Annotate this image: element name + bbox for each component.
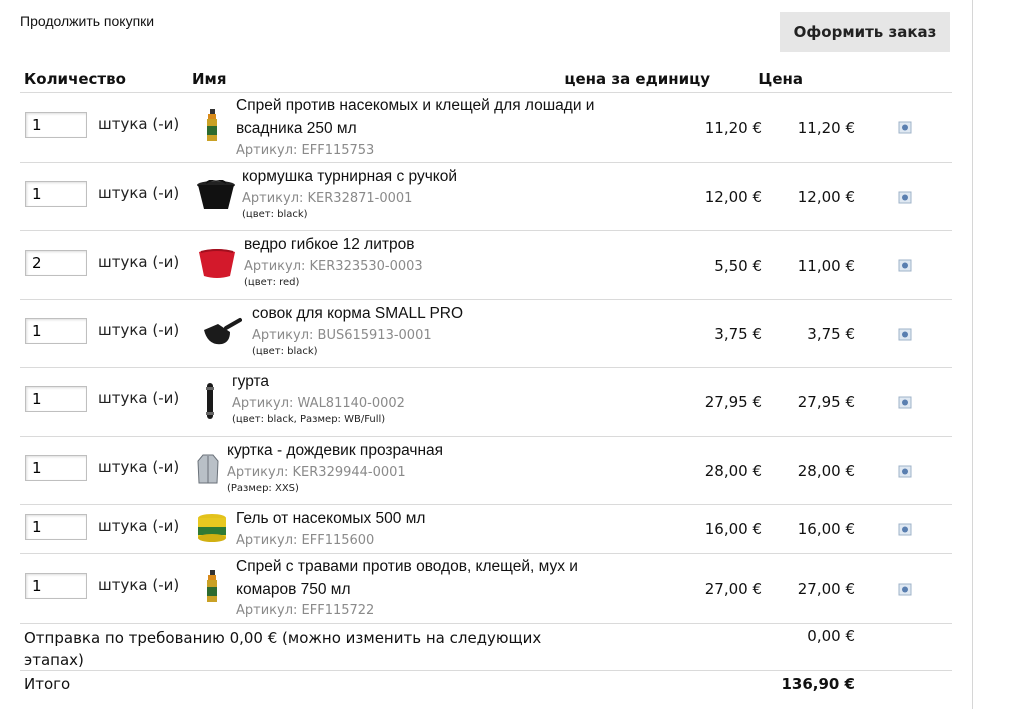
cart-row: штука (-и) Гель от насекомых 500 мл Арти… <box>20 505 952 553</box>
product-sku: Артикул: WAL81140-0002 <box>232 396 405 411</box>
product-name[interactable]: Гель от насекомых 500 мл <box>236 507 425 530</box>
header-price: Цена <box>758 70 803 88</box>
product-sku: Артикул: BUS615913-0001 <box>252 328 432 343</box>
line-price: 27,95 € <box>797 393 855 411</box>
unit-label: штука (-и) <box>98 389 180 407</box>
header-name: Имя <box>192 70 227 88</box>
flex-bucket-icon <box>199 249 235 278</box>
unit-label: штука (-и) <box>98 184 180 202</box>
remove-item-icon[interactable] <box>898 259 912 272</box>
cart-frame: Продолжить покупки Оформить заказ Количе… <box>0 0 973 709</box>
quantity-input[interactable] <box>25 514 87 540</box>
line-price: 12,00 € <box>797 188 855 206</box>
unit-price: 27,95 € <box>704 393 762 411</box>
remove-item-icon[interactable] <box>898 583 912 596</box>
line-price: 16,00 € <box>797 520 855 538</box>
shipping-value: 0,00 € <box>807 627 855 645</box>
remove-item-icon[interactable] <box>898 396 912 409</box>
line-price: 27,00 € <box>797 580 855 598</box>
quantity-input[interactable] <box>25 573 87 599</box>
line-price: 11,20 € <box>797 119 855 137</box>
line-price: 11,00 € <box>797 257 855 275</box>
header-quantity: Количество <box>24 70 126 88</box>
product-name[interactable]: совок для корма SMALL PRO <box>252 302 463 325</box>
unit-price: 28,00 € <box>704 462 762 480</box>
spray-bottle-icon <box>207 570 217 602</box>
line-price: 28,00 € <box>797 462 855 480</box>
unit-price: 16,00 € <box>704 520 762 538</box>
unit-label: штука (-и) <box>98 253 180 271</box>
cart-row: штука (-и) ведро гибкое 12 литров Артику… <box>20 231 952 299</box>
unit-price: 3,75 € <box>714 325 762 343</box>
product-name[interactable]: куртка - дождевик прозрачная <box>227 439 443 462</box>
product-name[interactable]: кормушка турнирная с ручкой <box>242 165 457 188</box>
product-sku: Артикул: EFF115722 <box>236 603 375 618</box>
feed-scoop-icon <box>204 318 242 345</box>
remove-item-icon[interactable] <box>898 523 912 536</box>
remove-item-icon[interactable] <box>898 328 912 341</box>
cart-row: штука (-и) Спрей с травами против оводов… <box>20 554 952 623</box>
quantity-input[interactable] <box>25 112 87 138</box>
cart-row: штука (-и) кормушка турнирная с ручкой А… <box>20 163 952 230</box>
header-unit-price: цена за единицу <box>564 70 710 88</box>
continue-shopping-link[interactable]: Продолжить покупки <box>20 13 154 29</box>
cart-row: штука (-и) гурта Артикул: WAL81140-0002 … <box>20 368 952 436</box>
unit-price: 27,00 € <box>704 580 762 598</box>
product-sku: Артикул: EFF115753 <box>236 143 375 158</box>
quantity-input[interactable] <box>25 250 87 276</box>
unit-label: штука (-и) <box>98 115 180 133</box>
unit-label: штука (-и) <box>98 576 180 594</box>
spray-bottle-icon <box>207 109 217 141</box>
feeder-tub-icon <box>197 180 235 209</box>
gel-tub-icon <box>198 514 226 542</box>
remove-item-icon[interactable] <box>898 465 912 478</box>
product-sku: Артикул: EFF115600 <box>236 533 375 548</box>
shipping-label: Отправка по требованию 0,00 € (можно изм… <box>24 629 542 669</box>
unit-label: штука (-и) <box>98 517 180 535</box>
remove-item-icon[interactable] <box>898 121 912 134</box>
unit-price: 11,20 € <box>704 119 762 137</box>
remove-item-icon[interactable] <box>898 191 912 204</box>
product-name[interactable]: Спрей с травами против оводов, клещей, м… <box>236 555 578 601</box>
line-price: 3,75 € <box>807 325 855 343</box>
cart-row: штука (-и) совок для корма SMALL PRO Арт… <box>20 300 952 367</box>
unit-label: штука (-и) <box>98 321 180 339</box>
product-name[interactable]: Спрей против насекомых и клещей для лоша… <box>236 94 594 140</box>
quantity-input[interactable] <box>25 318 87 344</box>
quantity-input[interactable] <box>25 181 87 207</box>
unit-price: 12,00 € <box>704 188 762 206</box>
product-sku: Артикул: KER323530-0003 <box>244 259 423 274</box>
unit-price: 5,50 € <box>714 257 762 275</box>
product-sku: Артикул: KER32871-0001 <box>242 191 413 206</box>
girth-icon <box>206 383 214 419</box>
product-variant: (цвет: black, Размер: WB/Full) <box>232 414 386 425</box>
quantity-input[interactable] <box>25 455 87 481</box>
product-variant: (Размер: XXS) <box>227 483 299 494</box>
divider <box>20 670 952 671</box>
product-sku: Артикул: KER329944-0001 <box>227 465 406 480</box>
product-name[interactable]: ведро гибкое 12 литров <box>244 233 414 256</box>
product-name[interactable]: гурта <box>232 370 269 393</box>
checkout-button[interactable]: Оформить заказ <box>780 12 950 52</box>
divider <box>20 623 952 624</box>
product-variant: (цвет: black) <box>242 209 308 220</box>
product-variant: (цвет: red) <box>244 277 300 288</box>
product-variant: (цвет: black) <box>252 346 318 357</box>
cart-row: штука (-и) куртка - дождевик прозрачная … <box>20 437 952 504</box>
total-label: Итого <box>24 675 71 693</box>
quantity-input[interactable] <box>25 386 87 412</box>
rain-jacket-icon <box>197 454 219 484</box>
unit-label: штука (-и) <box>98 458 180 476</box>
total-value: 136,90 € <box>781 675 855 693</box>
cart-row: штука (-и) Спрей против насекомых и клещ… <box>20 93 952 162</box>
